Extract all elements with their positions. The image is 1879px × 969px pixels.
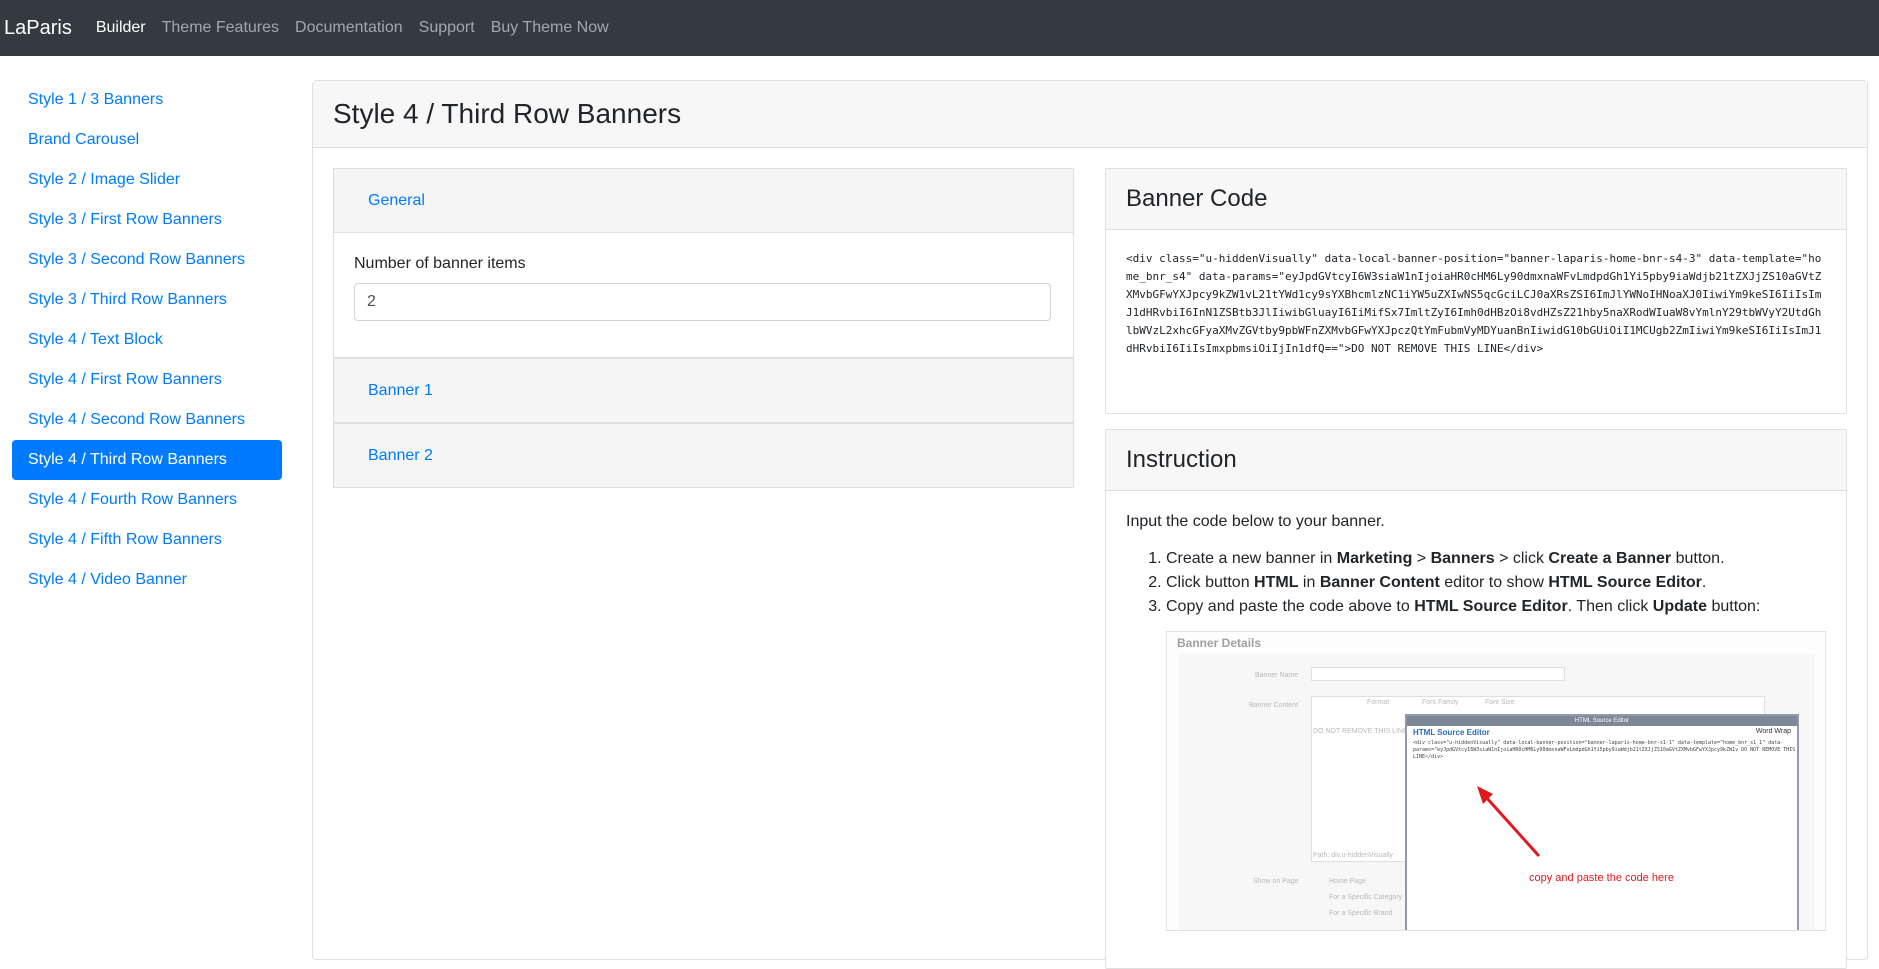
accordion-header-banner-2[interactable]: Banner 2	[334, 424, 1073, 487]
screenshot-toolbar-font-size: Font Size	[1485, 699, 1515, 706]
accordion-header-general[interactable]: General	[334, 169, 1073, 232]
sidebar-item-style4-second-row[interactable]: Style 4 / Second Row Banners	[12, 400, 282, 440]
nav-link-builder[interactable]: Builder	[96, 19, 146, 37]
builder-card-header: Style 4 / Third Row Banners	[313, 81, 1867, 148]
sidebar-item-style2-image-slider[interactable]: Style 2 / Image Slider	[12, 160, 282, 200]
screenshot-banner-name-input	[1311, 667, 1565, 681]
sidebar-item-style4-first-row[interactable]: Style 4 / First Row Banners	[12, 360, 282, 400]
screenshot-callout-text: copy and paste the code here	[1529, 872, 1674, 884]
instruction-step-2: Click button HTML in Banner Content edit…	[1166, 571, 1826, 595]
accordion-banner-1: Banner 1	[333, 358, 1074, 423]
nav-link-buy-theme[interactable]: Buy Theme Now	[491, 19, 609, 37]
brand-logo-text[interactable]: LaParis	[4, 17, 72, 40]
sidebar-item-style3-third-row[interactable]: Style 3 / Third Row Banners	[12, 280, 282, 320]
screenshot-banner-details-heading: Banner Details	[1177, 636, 1262, 650]
sidebar-item-style1-3-banners[interactable]: Style 1 / 3 Banners	[12, 80, 282, 120]
screenshot-word-wrap: Word Wrap	[1755, 728, 1791, 735]
screenshot-editor-code: <div class="u-hiddenVisually" data-local…	[1413, 740, 1796, 760]
screenshot-html-source-editor: HTML Source Editor HTML Source Editor Wo…	[1405, 714, 1799, 930]
screenshot-option-brand: For a Specific Brand	[1329, 910, 1393, 917]
screenshot-do-not-remove-text: DO NOT REMOVE THIS LINE	[1313, 728, 1408, 735]
banner-code-text[interactable]: <div class="u-hiddenVisually" data-local…	[1106, 230, 1846, 378]
nav-link-documentation[interactable]: Documentation	[295, 19, 403, 37]
instruction-intro: Input the code below to your banner.	[1126, 513, 1385, 530]
builder-card: Style 4 / Third Row Banners General Numb…	[312, 80, 1868, 969]
banner-code-card: Banner Code <div class="u-hiddenVisually…	[1105, 168, 1847, 414]
screenshot-editor-titlebar: HTML Source Editor	[1407, 716, 1797, 726]
banner-items-input[interactable]	[354, 283, 1051, 321]
page-title: Style 4 / Third Row Banners	[333, 98, 682, 129]
screenshot-toolbar-font-family: Font Family	[1422, 699, 1459, 706]
sidebar-item-style4-text-block[interactable]: Style 4 / Text Block	[12, 320, 282, 360]
sidebar-item-style3-first-row[interactable]: Style 3 / First Row Banners	[12, 200, 282, 240]
accordion-body-general: Number of banner items	[334, 232, 1073, 357]
nav-link-support[interactable]: Support	[419, 19, 475, 37]
sidebar-item-style3-second-row[interactable]: Style 3 / Second Row Banners	[12, 240, 282, 280]
sidebar-item-style4-fourth-row[interactable]: Style 4 / Fourth Row Banners	[12, 480, 282, 520]
banner-items-label: Number of banner items	[354, 255, 526, 272]
sidebar-item-style4-video-banner[interactable]: Style 4 / Video Banner	[12, 560, 282, 600]
instruction-title: Instruction	[1106, 430, 1846, 491]
sidebar-nav: Style 1 / 3 Banners Brand Carousel Style…	[12, 80, 282, 600]
banner-code-title: Banner Code	[1106, 169, 1846, 230]
top-navbar: LaParis Builder Theme Features Documenta…	[0, 0, 1879, 56]
instruction-body: Input the code below to your banner. Cre…	[1106, 491, 1846, 953]
accordion-header-banner-1[interactable]: Banner 1	[334, 359, 1073, 422]
screenshot-banner-name-label: Banner Name	[1255, 672, 1299, 679]
instruction-step-1: Create a new banner in Marketing > Banne…	[1166, 547, 1826, 571]
red-arrow-icon	[1477, 786, 1541, 858]
screenshot-path-text: Path: div.u-hiddenVisually	[1313, 852, 1393, 859]
nav-link-theme-features[interactable]: Theme Features	[162, 19, 279, 37]
instruction-screenshot: Banner Details Banner Name Banner Conten…	[1166, 631, 1826, 931]
settings-accordion: General Number of banner items Banner 1 …	[333, 168, 1074, 488]
instruction-steps: Create a new banner in Marketing > Banne…	[1126, 547, 1826, 619]
screenshot-toolbar-format: Format	[1367, 699, 1390, 706]
instruction-step-3: Copy and paste the code above to HTML So…	[1166, 595, 1826, 619]
instruction-card: Instruction Input the code below to your…	[1105, 429, 1847, 969]
sidebar-item-style4-fifth-row[interactable]: Style 4 / Fifth Row Banners	[12, 520, 282, 560]
screenshot-show-on-page-label: Show on Page	[1253, 878, 1299, 885]
screenshot-option-category: For a Specific Category	[1329, 894, 1403, 901]
accordion-banner-2: Banner 2	[333, 423, 1074, 488]
screenshot-banner-content-label: Banner Content	[1249, 702, 1299, 709]
accordion-general: General Number of banner items	[333, 168, 1074, 358]
screenshot-option-home-page: Home Page	[1329, 878, 1366, 885]
sidebar-item-brand-carousel[interactable]: Brand Carousel	[12, 120, 282, 160]
screenshot-editor-title: HTML Source Editor	[1413, 728, 1490, 737]
sidebar-item-style4-third-row[interactable]: Style 4 / Third Row Banners	[12, 440, 282, 480]
